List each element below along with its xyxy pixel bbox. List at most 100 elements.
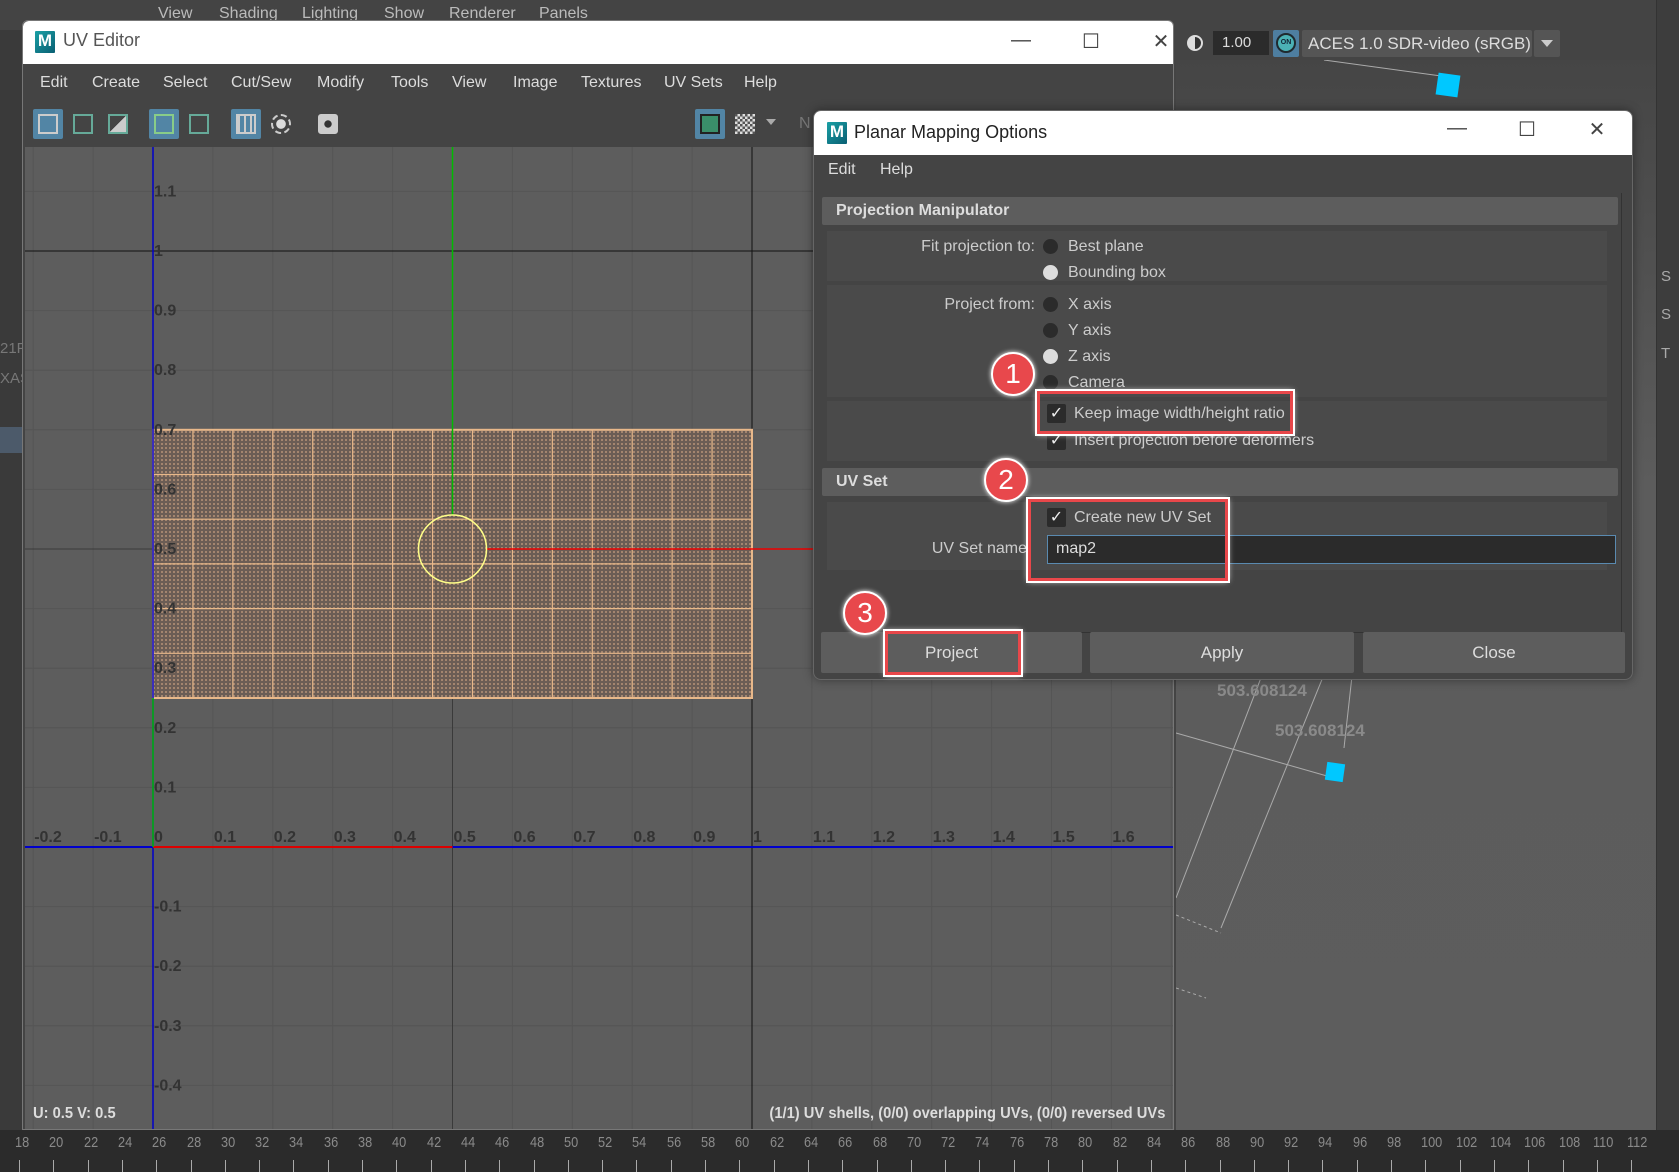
option-camera[interactable]: Camera bbox=[1068, 374, 1125, 392]
u-tick-label: 0.2 bbox=[274, 829, 296, 846]
frame-label: 80 bbox=[1078, 1134, 1093, 1151]
color-space-select[interactable]: ACES 1.0 SDR-video (sRGB) bbox=[1302, 30, 1532, 57]
gamma-field[interactable]: 1.00 bbox=[1213, 31, 1269, 55]
frame-tick bbox=[499, 1160, 501, 1172]
frame-tick bbox=[121, 1160, 123, 1172]
frame-tick bbox=[1493, 1160, 1495, 1172]
apply-button[interactable]: Apply bbox=[1090, 632, 1354, 673]
frame-tick bbox=[190, 1160, 192, 1172]
v-tick-label: 0.2 bbox=[154, 720, 176, 737]
uv-menu-modify[interactable]: Modify bbox=[317, 74, 364, 92]
frame-label: 110 bbox=[1592, 1134, 1614, 1151]
frame-label: 112 bbox=[1627, 1134, 1648, 1151]
chevron-down-icon[interactable] bbox=[1534, 30, 1560, 57]
u-tick-label: 0.8 bbox=[633, 829, 655, 846]
frame-tick bbox=[362, 1160, 363, 1172]
timeline[interactable]: 18 20 22 24 26 28 30 32 34 36 38 40 42 44 46 48 50 52 54 56… bbox=[0, 1130, 1679, 1172]
v-tick-label: -0.2 bbox=[154, 958, 182, 975]
radio-best-plane[interactable] bbox=[1043, 239, 1058, 254]
radio-camera[interactable] bbox=[1043, 375, 1058, 390]
radio-bounding-box[interactable] bbox=[1043, 265, 1058, 280]
snapshot-icon[interactable] bbox=[313, 109, 343, 139]
grid-icon[interactable] bbox=[231, 109, 261, 139]
frame-tick bbox=[1253, 1160, 1255, 1172]
v-tick-label: 1 bbox=[154, 243, 163, 260]
image-display-icon[interactable] bbox=[695, 109, 725, 139]
frame-label: 72 bbox=[941, 1134, 956, 1151]
frame-label: 68 bbox=[872, 1134, 887, 1151]
frame-tick bbox=[1528, 1160, 1530, 1172]
u-tick-label: 0.5 bbox=[454, 829, 476, 846]
maximize-icon[interactable]: ☐ bbox=[1504, 117, 1550, 145]
frame-tick bbox=[1391, 1160, 1392, 1172]
checker-icon[interactable] bbox=[730, 109, 760, 139]
frame-label: 58 bbox=[701, 1134, 716, 1151]
frame-label: 94 bbox=[1318, 1134, 1333, 1151]
close-button[interactable]: Close bbox=[1363, 632, 1625, 673]
chevron-down-icon[interactable] bbox=[763, 109, 779, 139]
minimize-icon[interactable]: — bbox=[1434, 117, 1480, 145]
u-tick-label: 1.4 bbox=[993, 829, 1015, 846]
pixel-snap-icon[interactable] bbox=[266, 109, 296, 139]
uv-menu-cutsew[interactable]: Cut/Sew bbox=[231, 74, 291, 92]
radio-z-axis[interactable] bbox=[1043, 349, 1058, 364]
frame-tick bbox=[945, 1160, 947, 1172]
u-tick-label: 0 bbox=[154, 829, 163, 846]
uv-menu-textures[interactable]: Textures bbox=[581, 74, 641, 92]
uv-editor-menubar: Edit Create Select Cut/Sew Modify Tools … bbox=[23, 65, 1173, 103]
frame-label: 20 bbox=[49, 1134, 64, 1151]
uv-stack-icon[interactable] bbox=[68, 109, 98, 139]
frame-tick bbox=[807, 1160, 809, 1172]
frame-label: 84 bbox=[1146, 1134, 1162, 1151]
insert-before-label[interactable]: Insert projection before deformers bbox=[1074, 432, 1314, 450]
uv-menu-help[interactable]: Help bbox=[744, 74, 777, 92]
uv-shaded-icon[interactable] bbox=[184, 109, 214, 139]
frame-tick bbox=[430, 1160, 432, 1172]
close-icon[interactable]: ✕ bbox=[1574, 117, 1620, 145]
uv-menu-edit[interactable]: Edit bbox=[40, 74, 68, 92]
gamma-icon[interactable] bbox=[1187, 35, 1203, 51]
option-x-axis[interactable]: X axis bbox=[1068, 296, 1112, 314]
outliner-selected-row[interactable] bbox=[0, 427, 22, 453]
minimize-icon[interactable]: — bbox=[998, 29, 1044, 57]
highlight-project-button bbox=[885, 631, 1021, 675]
panel-label: S bbox=[1661, 306, 1672, 323]
section-uv-set[interactable]: UV Set bbox=[822, 468, 1618, 496]
uv-wireframe-icon[interactable] bbox=[149, 109, 179, 139]
on-icon: ON bbox=[1276, 33, 1296, 53]
frame-label: 22 bbox=[83, 1134, 98, 1151]
radio-y-axis[interactable] bbox=[1043, 323, 1058, 338]
frame-tick bbox=[739, 1160, 741, 1172]
close-icon[interactable]: ✕ bbox=[1138, 29, 1173, 57]
frame-tick bbox=[705, 1160, 706, 1172]
uv-menu-uvsets[interactable]: UV Sets bbox=[664, 74, 723, 92]
option-bounding-box[interactable]: Bounding box bbox=[1068, 264, 1166, 282]
v-tick-label: 0.4 bbox=[154, 601, 176, 618]
uv-shell-icon[interactable] bbox=[33, 109, 63, 139]
maximize-icon[interactable]: ☐ bbox=[1068, 29, 1114, 57]
color-management-toggle[interactable]: ON bbox=[1273, 30, 1299, 57]
uv-menu-image[interactable]: Image bbox=[513, 74, 557, 92]
dialog-titlebar[interactable]: M Planar Mapping Options — ☐ ✕ bbox=[814, 111, 1632, 155]
v-tick-label: 1.1 bbox=[154, 183, 176, 200]
highlight-uv-set bbox=[1028, 499, 1228, 581]
uv-menu-select[interactable]: Select bbox=[163, 74, 207, 92]
frame-tick bbox=[87, 1160, 89, 1172]
uv-editor-titlebar[interactable]: M UV Editor — ☐ ✕ bbox=[23, 21, 1173, 64]
uv-menu-tools[interactable]: Tools bbox=[391, 74, 428, 92]
camera-handle[interactable] bbox=[1435, 72, 1461, 98]
option-z-axis[interactable]: Z axis bbox=[1068, 348, 1111, 366]
section-projection-manipulator[interactable]: Projection Manipulator bbox=[822, 197, 1618, 225]
step-badge-1: 1 bbox=[991, 352, 1035, 396]
radio-x-axis[interactable] bbox=[1043, 297, 1058, 312]
uv-menu-create[interactable]: Create bbox=[92, 74, 140, 92]
uv-menu-view[interactable]: View bbox=[452, 74, 486, 92]
dialog-menu-edit[interactable]: Edit bbox=[828, 161, 856, 179]
option-y-axis[interactable]: Y axis bbox=[1068, 322, 1111, 340]
u-tick-label: 1.5 bbox=[1053, 829, 1075, 846]
option-best-plane[interactable]: Best plane bbox=[1068, 238, 1144, 256]
u-tick-label: 0.4 bbox=[394, 829, 416, 846]
uv-distortion-icon[interactable] bbox=[103, 109, 133, 139]
camera-handle[interactable] bbox=[1324, 761, 1346, 783]
dialog-menu-help[interactable]: Help bbox=[880, 161, 913, 179]
